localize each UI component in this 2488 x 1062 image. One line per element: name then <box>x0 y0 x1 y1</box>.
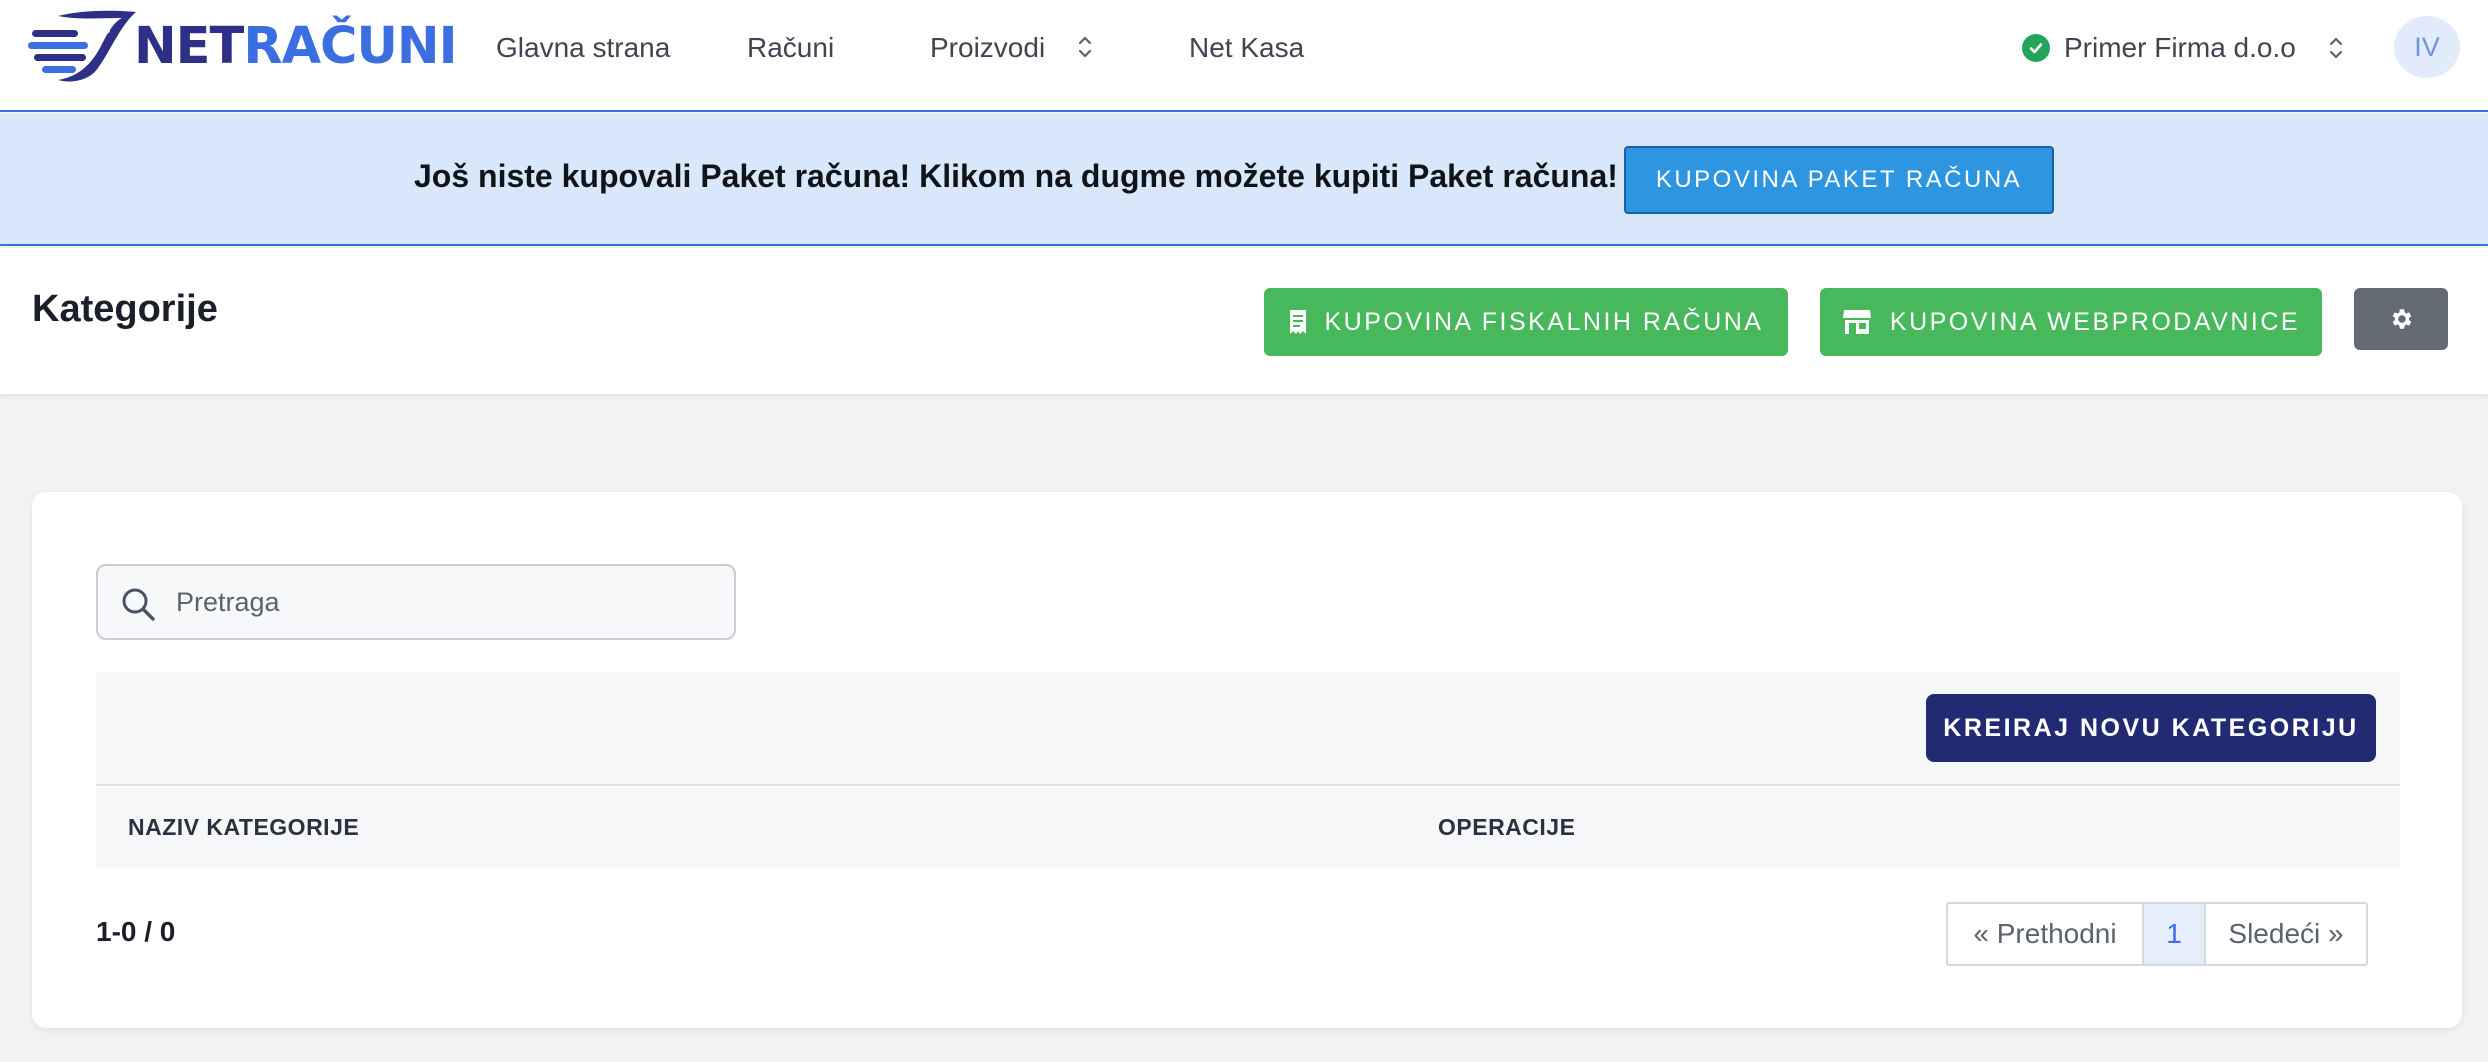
categories-card: KREIRAJ NOVU KATEGORIJU NAZIV KATEGORIJE… <box>32 492 2462 1028</box>
buy-invoice-package-button[interactable]: KUPOVINA PAKET RAČUNA <box>1624 146 2054 214</box>
results-count: 1-0 / 0 <box>96 916 176 947</box>
nav-link-netkasa[interactable]: Net Kasa <box>1189 28 1304 68</box>
receipt-icon <box>1289 310 1306 334</box>
logo-text: NETRAČUNI <box>134 16 458 76</box>
buy-fiscal-invoices-button[interactable]: KUPOVINA FISKALNIH RAČUNA <box>1264 288 1788 356</box>
netracuni-logo[interactable]: NETRAČUNI <box>28 8 458 84</box>
search-input[interactable] <box>176 566 716 638</box>
nav-link-invoices[interactable]: Računi <box>747 28 834 68</box>
store-icon <box>1842 310 1871 334</box>
user-avatar[interactable]: IV <box>2394 16 2460 78</box>
pagination-page-1[interactable]: 1 <box>2144 904 2206 964</box>
settings-button[interactable] <box>2354 288 2448 350</box>
search-icon <box>122 588 155 621</box>
nav-link-home[interactable]: Glavna strana <box>496 28 670 68</box>
page-title: Kategorije <box>32 288 218 330</box>
chevron-up-down-icon <box>2329 37 2342 59</box>
check-circle-icon <box>2022 34 2050 62</box>
buy-fiscal-invoices-label: KUPOVINA FISKALNIH RAČUNA <box>1324 307 1764 336</box>
company-name: Primer Firma d.o.o <box>2064 32 2296 63</box>
buy-webshop-label: KUPOVINA WEBPRODAVNICE <box>1889 307 2301 336</box>
pagination-prev-button[interactable]: « Prethodni <box>1948 904 2144 964</box>
nav-dropdown-products-label: Proizvodi <box>930 32 1046 63</box>
company-selector[interactable]: Primer Firma d.o.o <box>2022 28 2344 68</box>
pagination: « Prethodni 1 Sledeći » <box>1946 902 2368 966</box>
column-header-category-name[interactable]: NAZIV KATEGORIJE <box>128 814 359 841</box>
page-header: Kategorije KUPOVINA FISKALNIH RAČUNA KUP… <box>0 248 2488 394</box>
banner-message: Još niste kupovali Paket računa! Klikom … <box>414 158 1618 194</box>
chevron-up-down-icon <box>1078 36 1092 57</box>
search-box <box>96 564 736 640</box>
table-toolbar: KREIRAJ NOVU KATEGORIJU <box>96 672 2400 786</box>
gear-icon <box>2392 309 2412 329</box>
top-navbar: NETRAČUNI Glavna strana Računi Proizvodi… <box>0 0 2488 112</box>
pagination-next-button[interactable]: Sledeći » <box>2206 904 2366 964</box>
table-header: NAZIV KATEGORIJE OPERACIJE <box>96 788 2400 868</box>
create-category-button[interactable]: KREIRAJ NOVU KATEGORIJU <box>1926 694 2376 762</box>
buy-webshop-button[interactable]: KUPOVINA WEBPRODAVNICE <box>1820 288 2322 356</box>
column-header-operations: OPERACIJE <box>1438 814 1576 840</box>
purchase-banner: Još niste kupovali Paket računa! Klikom … <box>0 114 2488 246</box>
logo-swoosh-icon <box>28 10 136 82</box>
nav-dropdown-products[interactable]: Proizvodi <box>930 28 1093 68</box>
